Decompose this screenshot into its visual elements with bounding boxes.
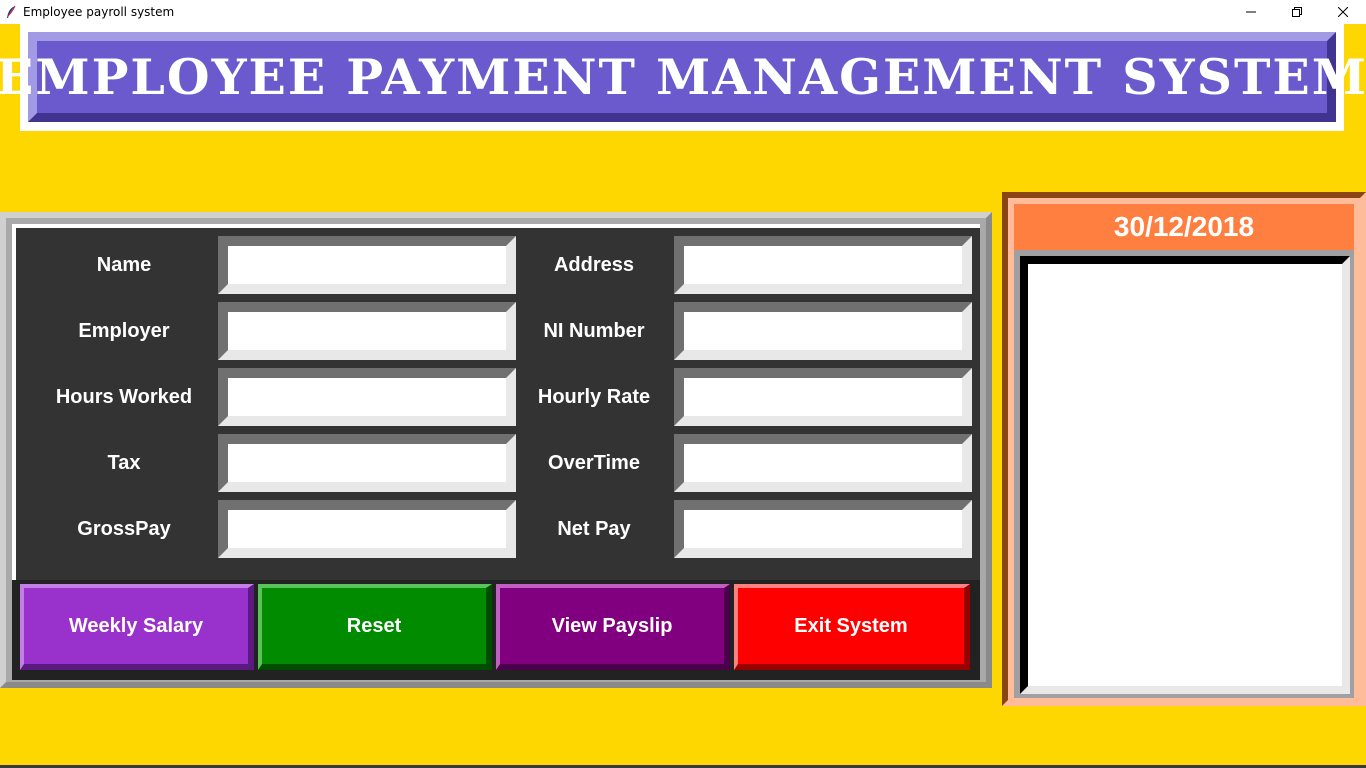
date-label: 30/12/2018 (1014, 204, 1354, 250)
overtime-input[interactable] (689, 449, 957, 477)
window-titlebar: Employee payroll system (0, 0, 1366, 24)
ni-number-input[interactable] (689, 317, 957, 345)
tax-label: Tax (107, 452, 141, 474)
hourly-rate-field-frame (674, 368, 972, 426)
tax-field-frame (218, 434, 516, 492)
hours-worked-input[interactable] (233, 383, 501, 411)
gross-pay-input[interactable] (233, 515, 501, 543)
name-field-frame (218, 236, 516, 294)
name-input[interactable] (233, 251, 501, 279)
minimize-button[interactable] (1228, 0, 1274, 24)
form-row-pay: GrossPay Net Pay (16, 500, 980, 558)
net-pay-label: Net Pay (557, 518, 631, 540)
form-row-name: Name Address (16, 236, 980, 294)
banner-frame: EMPLOYEE PAYMENT MANAGEMENT SYSTEM (0, 24, 1366, 131)
payslip-text-area[interactable] (1020, 256, 1350, 694)
employer-label: Employer (78, 320, 170, 342)
overtime-label: OverTime (548, 452, 640, 474)
hours-worked-field-frame (218, 368, 516, 426)
hourly-rate-label: Hourly Rate (537, 386, 651, 408)
window-title: Employee payroll system (23, 5, 175, 19)
minimize-icon (1246, 11, 1256, 13)
ni-number-label: NI Number (543, 320, 645, 342)
feather-icon (7, 5, 16, 18)
form-row-hours: Hours Worked Hourly Rate (16, 368, 980, 426)
view-payslip-button[interactable]: View Payslip (496, 584, 730, 670)
restore-icon (1292, 7, 1302, 17)
side-panel: 30/12/2018 (1002, 192, 1366, 706)
reset-button[interactable]: Reset (258, 584, 492, 670)
ni-number-field-frame (674, 302, 972, 360)
button-bar: Weekly Salary Reset View Payslip Exit Sy… (12, 580, 980, 680)
overtime-field-frame (674, 434, 972, 492)
name-label: Name (96, 254, 152, 276)
weekly-salary-button[interactable]: Weekly Salary (20, 584, 254, 670)
net-pay-input[interactable] (689, 515, 957, 543)
banner-title: EMPLOYEE PAYMENT MANAGEMENT SYSTEM (0, 48, 1366, 106)
gross-pay-field-frame (218, 500, 516, 558)
hours-worked-label: Hours Worked (55, 386, 193, 408)
employer-field-frame (218, 302, 516, 360)
form-panel: Name Address Employer NI Number Hours Wo… (12, 224, 980, 680)
restore-button[interactable] (1274, 0, 1320, 24)
address-label: Address (553, 254, 635, 276)
form-row-tax: Tax OverTime (16, 434, 980, 492)
close-icon (1338, 7, 1348, 17)
hourly-rate-input[interactable] (689, 383, 957, 411)
gross-pay-label: GrossPay (77, 518, 171, 540)
receipt-frame (1014, 250, 1354, 698)
banner: EMPLOYEE PAYMENT MANAGEMENT SYSTEM (0, 32, 1366, 122)
address-input[interactable] (689, 251, 957, 279)
exit-system-button[interactable]: Exit System (734, 584, 970, 670)
net-pay-field-frame (674, 500, 972, 558)
form-frame: Name Address Employer NI Number Hours Wo… (0, 212, 992, 688)
form-row-employer: Employer NI Number (16, 302, 980, 360)
close-button[interactable] (1320, 0, 1366, 24)
tax-input[interactable] (233, 449, 501, 477)
employer-input[interactable] (233, 317, 501, 345)
address-field-frame (674, 236, 972, 294)
